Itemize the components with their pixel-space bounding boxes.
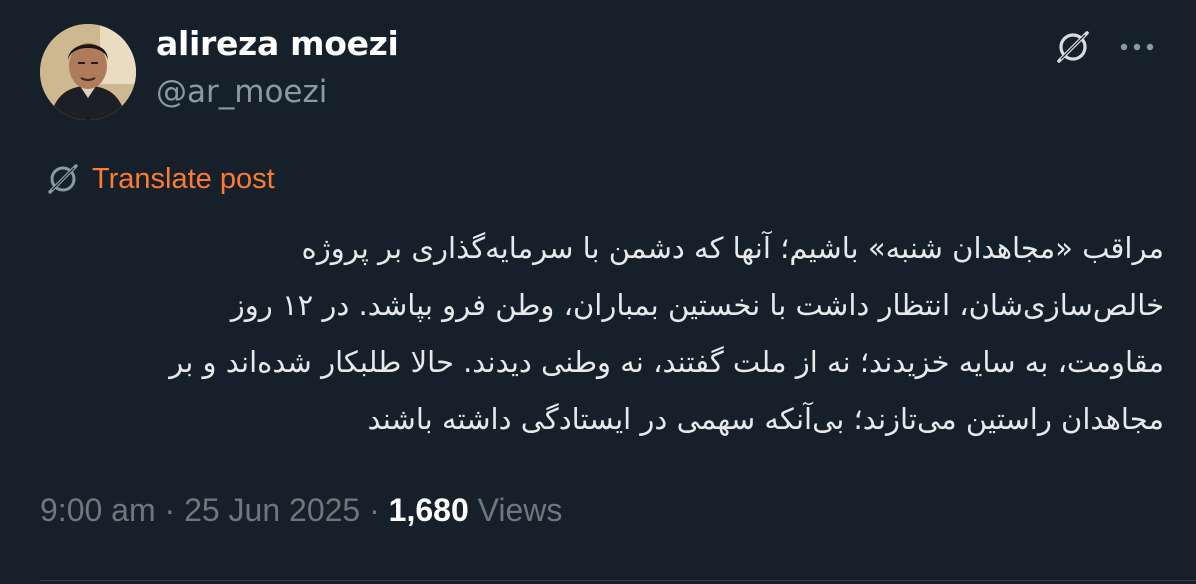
- divider: [40, 580, 1196, 581]
- post-text-line: مراقب «مجاهدان شنبه» باشیم؛ آنها که دشمن…: [301, 231, 1164, 265]
- views-label[interactable]: Views: [478, 492, 563, 528]
- grok-icon[interactable]: [1052, 26, 1094, 68]
- meta-separator: ·: [155, 492, 185, 528]
- post-text: مراقب «مجاهدان شنبه» باشیم؛ آنها که دشمن…: [40, 220, 1164, 448]
- post-card: alireza moezi @ar_moezi Translate post م…: [0, 0, 1196, 584]
- author-handle[interactable]: @ar_moezi: [156, 74, 327, 110]
- translate-post-label: Translate post: [92, 162, 275, 195]
- translate-post-link[interactable]: Translate post: [44, 160, 275, 198]
- avatar-image: [40, 24, 136, 120]
- post-text-line: مجاهدان راستین می‌تازند؛ بی‌آنکه سهمی در…: [367, 402, 1164, 436]
- post-date[interactable]: 25 Jun 2025: [184, 492, 360, 528]
- views-count[interactable]: 1,680: [389, 492, 469, 528]
- post-text-line: مقاومت، به سایه خزیدند؛ نه از ملت گفتند،…: [169, 345, 1164, 379]
- post-metadata: 9:00 am · 25 Jun 2025 · 1,680 Views: [40, 492, 562, 529]
- author-display-name[interactable]: alireza moezi: [156, 24, 399, 63]
- post-text-line: خالص‌سازی‌شان، انتظار داشت با نخستین بمب…: [230, 288, 1164, 322]
- more-options-icon[interactable]: [1118, 40, 1156, 54]
- meta-separator: ·: [360, 492, 389, 528]
- post-time[interactable]: 9:00 am: [40, 492, 156, 528]
- translate-icon: [48, 164, 78, 194]
- avatar[interactable]: [40, 24, 136, 120]
